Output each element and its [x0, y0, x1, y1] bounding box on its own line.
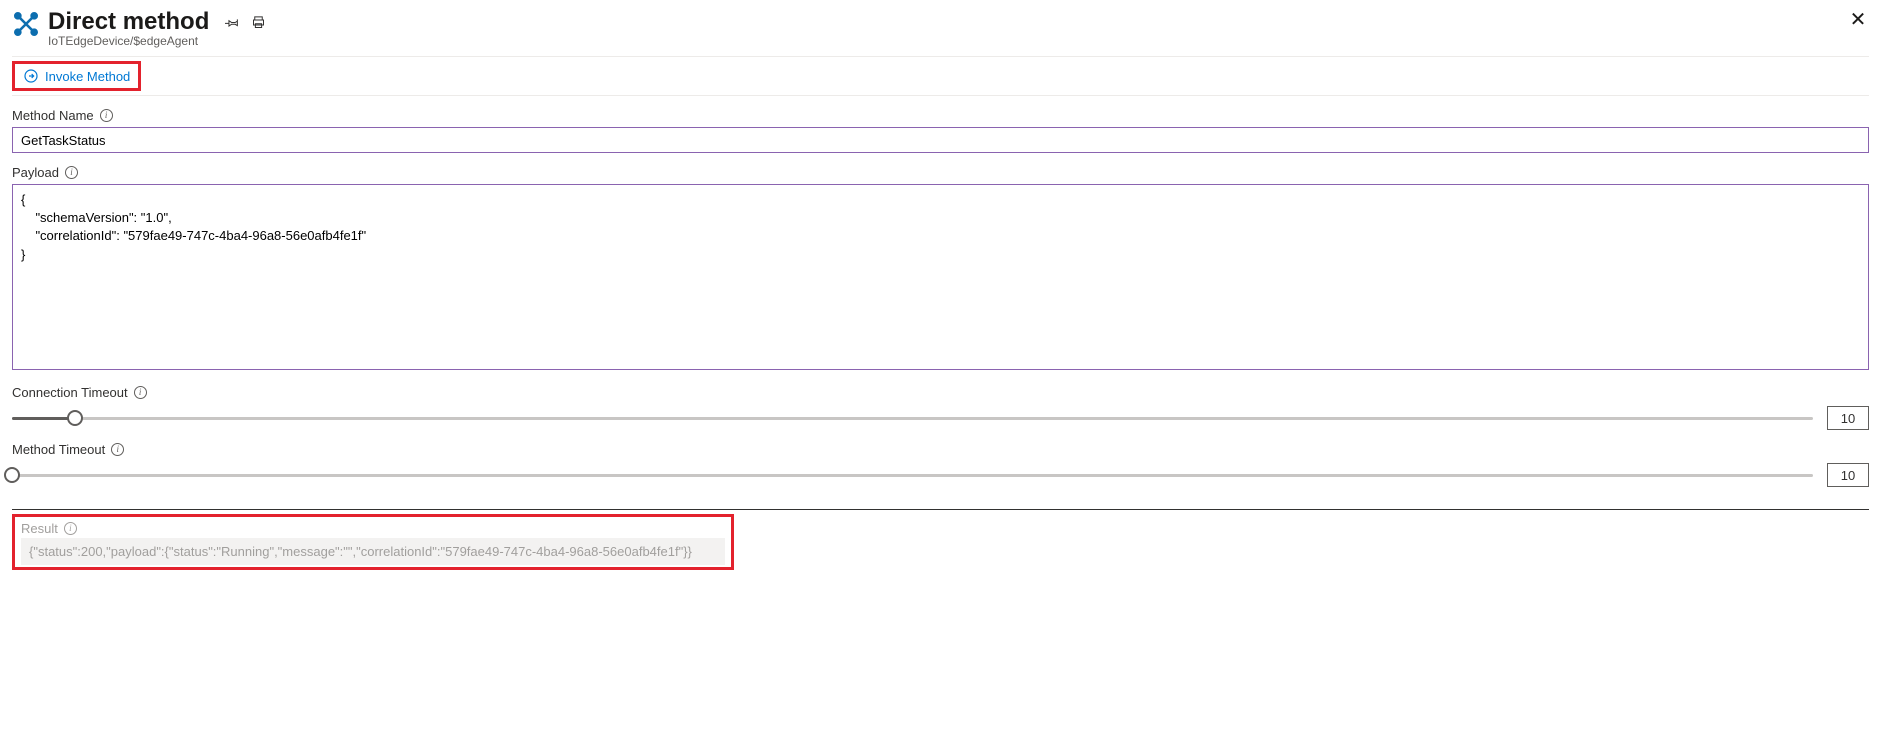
breadcrumb: IoTEdgeDevice/$edgeAgent	[48, 34, 1869, 48]
invoke-arrow-icon	[23, 68, 39, 84]
info-icon[interactable]: i	[64, 522, 77, 535]
result-label: Result	[21, 521, 58, 536]
invoke-method-label: Invoke Method	[45, 69, 130, 84]
slider-thumb[interactable]	[4, 467, 20, 483]
payload-input[interactable]	[12, 184, 1869, 370]
connection-timeout-slider[interactable]	[12, 408, 1813, 428]
info-icon[interactable]: i	[111, 443, 124, 456]
page-header: Direct method IoTEdgeDevice/$edgeAgent ✕	[12, 8, 1869, 48]
info-icon[interactable]: i	[100, 109, 113, 122]
method-timeout-label: Method Timeout	[12, 442, 105, 457]
method-name-input[interactable]	[12, 127, 1869, 153]
pin-icon[interactable]	[223, 13, 241, 31]
page-title: Direct method	[48, 8, 209, 36]
invoke-method-button[interactable]: Invoke Method	[12, 61, 141, 91]
direct-method-icon	[12, 10, 40, 38]
result-output: {"status":200,"payload":{"status":"Runni…	[21, 538, 725, 565]
slider-thumb[interactable]	[67, 410, 83, 426]
payload-label: Payload	[12, 165, 59, 180]
info-icon[interactable]: i	[134, 386, 147, 399]
connection-timeout-label: Connection Timeout	[12, 385, 128, 400]
connection-timeout-value: 10	[1827, 406, 1869, 430]
method-timeout-slider[interactable]	[12, 465, 1813, 485]
toolbar: Invoke Method	[12, 56, 1869, 96]
method-timeout-value: 10	[1827, 463, 1869, 487]
close-icon[interactable]: ✕	[1847, 8, 1869, 30]
info-icon[interactable]: i	[65, 166, 78, 179]
print-icon[interactable]	[249, 13, 267, 31]
method-name-label: Method Name	[12, 108, 94, 123]
